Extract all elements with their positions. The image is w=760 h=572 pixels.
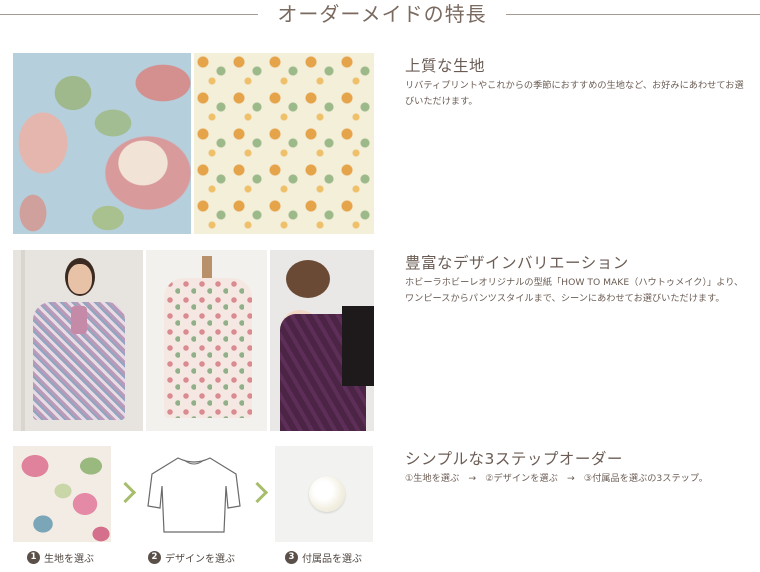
floral-fabric-image <box>194 53 374 234</box>
header-rule-left <box>0 14 258 15</box>
step-3-label: 3 付属品を選ぶ <box>285 550 362 565</box>
feature-title-design: 豊富なデザインバリエーション <box>405 254 629 272</box>
step-2-text: デザインを選ぶ <box>165 554 235 565</box>
step-design-image <box>140 446 248 542</box>
feature-title-fabric: 上質な生地 <box>405 57 486 75</box>
section-title: オーダーメイドの特長 <box>277 2 487 26</box>
model-photo-bow-blouse <box>13 250 143 431</box>
chevron-right-icon <box>114 481 137 504</box>
mannequin-photo-blouse <box>146 250 267 431</box>
step-button-image <box>275 446 373 542</box>
step-3-number: 3 <box>285 551 298 564</box>
step-3-text: 付属品を選ぶ <box>302 554 362 565</box>
step-1-text: 生地を選ぶ <box>44 554 94 565</box>
step-fabric-image <box>13 446 111 542</box>
step-2-number: 2 <box>148 551 161 564</box>
chevron-right-icon <box>246 481 269 504</box>
model-photo-purple-vest <box>270 250 374 431</box>
header-rule-right <box>506 14 760 15</box>
liberty-fabric-image <box>13 53 191 234</box>
feature-desc-design: ホビーラホビーレオリジナルの型紙「HOW TO MAKE（ハウトゥメイク）」より… <box>405 277 744 304</box>
feature-desc-fabric: リバティプリントやこれからの季節におすすめの生地など、お好みにあわせてお選びいた… <box>405 80 744 107</box>
step-1-number: 1 <box>27 551 40 564</box>
step-1-label: 1 生地を選ぶ <box>27 550 94 565</box>
feature-desc-steps: ①生地を選ぶ → ②デザインを選ぶ → ③付属品を選ぶの3ステップ。 <box>405 473 708 484</box>
feature-title-steps: シンプルな3ステップオーダー <box>405 450 623 468</box>
step-2-label: 2 デザインを選ぶ <box>148 550 235 565</box>
